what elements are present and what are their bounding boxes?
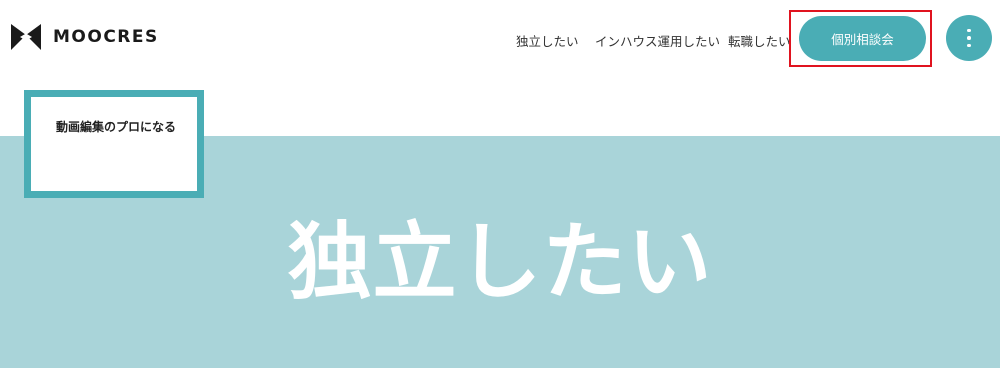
nav-link-career-change[interactable]: 転職したい: [728, 31, 791, 50]
category-card: 動画編集のプロになる FOR INDEPENCE: [24, 90, 204, 198]
vertical-dots-icon: [967, 28, 971, 48]
nav-link-inhouse[interactable]: インハウス運用したい: [595, 31, 720, 50]
highlight-box: [789, 10, 932, 67]
logo[interactable]: MOOCRES: [11, 24, 159, 50]
nav-link-independence[interactable]: 独立したい: [516, 31, 579, 50]
hero-title: 独立したい: [287, 213, 713, 311]
card-subtitle-line2: INDEPENCE: [56, 170, 104, 179]
card-title: 動画編集のプロになる: [56, 120, 177, 134]
logo-text: MOOCRES: [53, 27, 159, 47]
card-subtitle: FOR INDEPENCE: [56, 155, 104, 181]
card-subtitle-line1: FOR: [56, 157, 74, 166]
moocres-bowtie-logo-icon: [11, 24, 41, 50]
menu-button[interactable]: [946, 15, 992, 61]
